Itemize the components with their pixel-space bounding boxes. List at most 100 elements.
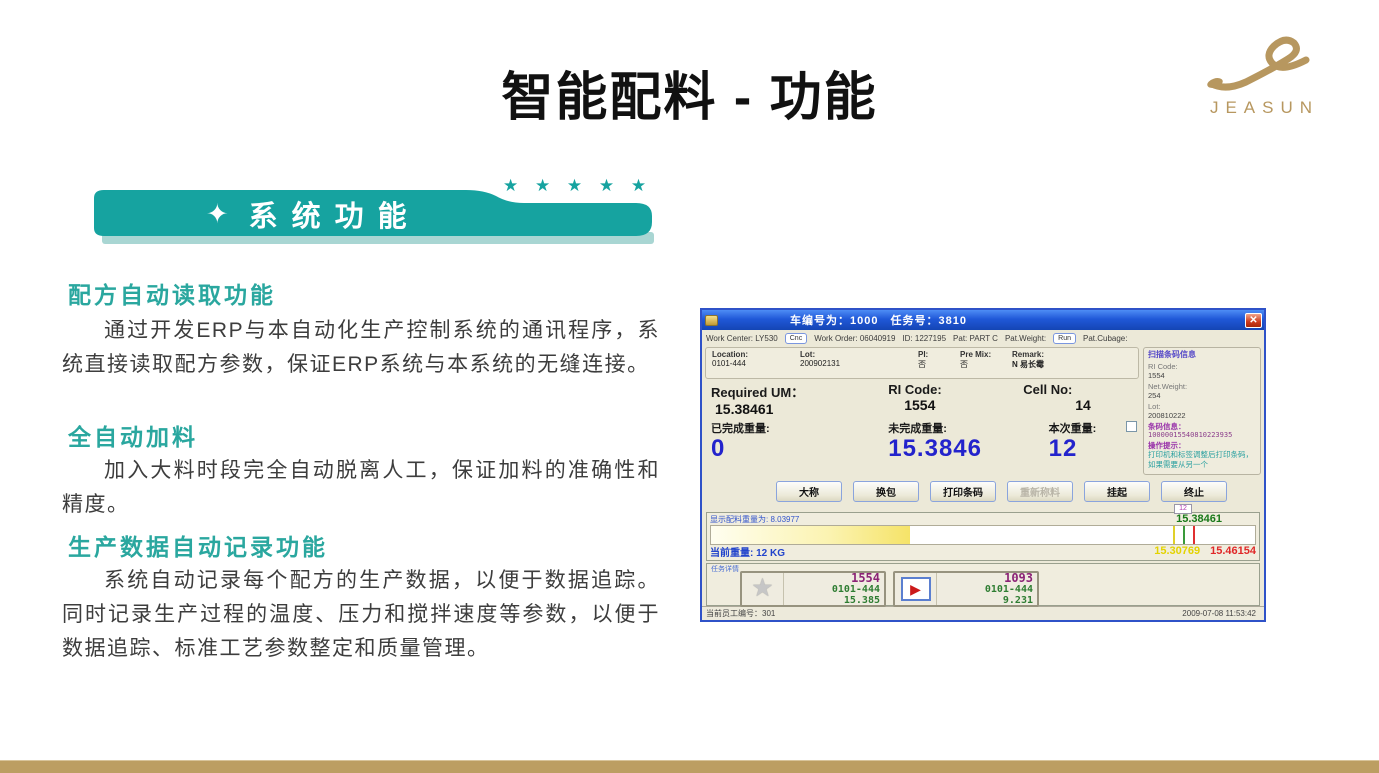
scan-net-weight-label: Net.Weight: — [1148, 382, 1256, 392]
scan-panel: 扫描条码信息 RI Code: 1554 Net.Weight: 254 Lot… — [1143, 347, 1261, 475]
scan-barcode-label: 条码信息： — [1148, 422, 1256, 432]
slide: 智能配料 - 功能 JEASUN ★ ★ ★ ★ ★ ✦ 系统功能 配方自动读取… — [0, 0, 1379, 773]
task-values: 1554 0101-444 15.385 — [784, 573, 884, 605]
field-completed-weight: 已完成重量: 0 — [711, 420, 888, 463]
field-value: N 易长霉 — [1012, 359, 1132, 370]
field-label: 本次重量: — [1049, 420, 1133, 436]
field-value: 否 — [918, 359, 960, 370]
marker-high-red — [1193, 526, 1195, 544]
field-value: 14 — [1023, 397, 1133, 413]
task-location: 0101-444 — [985, 584, 1033, 595]
section-heading-auto-feed: 全自动加料 — [68, 418, 198, 452]
field-value: 否 — [960, 359, 1012, 370]
field-value: 12 — [1049, 436, 1133, 462]
cell-mini-value: 12 — [1174, 504, 1192, 514]
progress-bar-fill — [711, 526, 910, 544]
field-label: Remark: — [1012, 350, 1132, 359]
buttons-row: 大称 换包 打印条码 重新称料 挂起 终止 12 — [702, 476, 1264, 512]
reweigh-button: 重新称料 — [1007, 481, 1073, 502]
section-body-data-record: 系统自动记录每个配方的生产数据，以便于数据追踪。同时记录生产过程的温度、压力和搅… — [62, 564, 660, 666]
scan-lot-value: 200810222 — [1148, 411, 1256, 421]
field-label: Location: — [712, 350, 800, 359]
section-banner: ★ ★ ★ ★ ★ ✦ 系统功能 — [88, 176, 663, 252]
field-value: 0 — [711, 436, 888, 462]
weight-checkbox[interactable] — [1126, 421, 1137, 432]
app-statusbar: 当前员工编号：301 2009-07-08 11:53:42 — [702, 606, 1264, 620]
task-values: 1093 0101-444 9.231 — [937, 573, 1037, 605]
banner-stars: ★ ★ ★ ★ ★ — [503, 176, 652, 196]
high-limit-value: 15.46154 — [1210, 545, 1256, 557]
marker-target-green — [1183, 526, 1185, 544]
tasks-group: 任务详情 ★ 1554 0101-444 15.385 ▶ — [706, 563, 1260, 606]
terminate-button[interactable]: 终止 — [1161, 481, 1227, 502]
task-weight: 15.385 — [844, 595, 880, 606]
field-value: 200902131 — [800, 359, 918, 368]
id-label: ID: 1227195 — [902, 334, 946, 343]
pat-weight-label: Pat.Weight: — [1005, 334, 1046, 343]
section-heading-recipe-read: 配方自动读取功能 — [68, 276, 276, 310]
pat-cubage-label: Pat.Cubage: — [1083, 334, 1127, 343]
close-button[interactable]: ✕ — [1245, 313, 1262, 328]
field-remaining-weight: 未完成重量: 15.3846 — [888, 420, 1048, 463]
task-card[interactable]: ▶ 1093 0101-444 9.231 — [893, 571, 1039, 607]
progress-header: 显示配料重量为: 8.03977 15.38461 — [710, 514, 1256, 525]
field-lot: Lot: 200902131 — [800, 350, 918, 375]
field-pre-mix: Pre Mix: 否 — [960, 350, 1012, 375]
field-value: 15.3846 — [888, 436, 1048, 462]
task-icon-box: ▶ — [895, 573, 937, 605]
pat-label: Pat: PART C — [953, 334, 998, 343]
low-limit-value: 15.30769 — [1154, 545, 1200, 557]
scan-ri-code-label: RI Code: — [1148, 362, 1256, 372]
task-weight: 9.231 — [1003, 595, 1033, 606]
app-main-area: Location: 0101-444 Lot: 200902131 PI: 否 … — [702, 346, 1264, 476]
section-heading-data-record: 生产数据自动记录功能 — [68, 528, 328, 562]
section-body-recipe-read: 通过开发ERP与本自动化生产控制系统的通讯程序，系统直接读取配方参数，保证ERP… — [62, 314, 660, 382]
task-location: 0101-444 — [832, 584, 880, 595]
jeasun-logo: JEASUN — [1202, 34, 1320, 118]
field-value: 0101-444 — [712, 359, 800, 368]
print-barcode-button[interactable]: 打印条码 — [930, 481, 996, 502]
tasks-group-label: 任务详情 — [711, 564, 739, 574]
app-titlebar[interactable]: 车编号为：1000 任务号：3810 ✕ — [702, 310, 1264, 330]
page-title: 智能配料 - 功能 — [0, 55, 1379, 130]
field-ri-code: RI Code: 1554 — [888, 382, 1023, 417]
field-label: Cell No: — [1023, 382, 1133, 397]
task-code: 1554 — [851, 572, 880, 584]
app-title: 车编号为：1000 任务号：3810 — [790, 312, 967, 328]
scan-hint-label: 操作提示： — [1148, 441, 1256, 451]
jeasun-logo-text: JEASUN — [1202, 98, 1320, 118]
info-group: Location: 0101-444 Lot: 200902131 PI: 否 … — [705, 347, 1139, 379]
app-header-row: Work Center: LY530 Cnc Work Order: 06040… — [702, 330, 1264, 346]
scan-lot-label: Lot: — [1148, 402, 1256, 412]
field-remark: Remark: N 易长霉 — [1012, 350, 1132, 375]
field-label: Required UM： — [711, 382, 888, 401]
work-order-label: Work Order: 06040919 — [814, 334, 895, 343]
field-label: PI: — [918, 350, 960, 359]
progress-bar — [710, 525, 1256, 545]
cnc-button[interactable]: Cnc — [785, 333, 807, 344]
scan-net-weight-value: 254 — [1148, 391, 1256, 401]
close-icon: ✕ — [1249, 315, 1257, 326]
progress-caption: 显示配料重量为: 8.03977 — [710, 514, 799, 525]
task-card[interactable]: ★ 1554 0101-444 15.385 — [740, 571, 886, 607]
field-label: 未完成重量: — [888, 420, 1048, 436]
field-label: Lot: — [800, 350, 918, 359]
progress-footer: 当前重量: 12 KG 15.30769 15.46154 — [710, 545, 1256, 558]
marker-low-yellow — [1173, 526, 1175, 544]
banner-title: 系统功能 — [249, 193, 421, 235]
change-bag-button[interactable]: 换包 — [853, 481, 919, 502]
app-icon — [705, 315, 718, 326]
scan-barcode-value: 10000015540810223935 — [1148, 431, 1256, 441]
progress-target-value: 15.38461 — [1176, 513, 1256, 525]
field-label: Pre Mix: — [960, 350, 1012, 359]
task-code: 1093 — [1004, 572, 1033, 584]
play-icon-box: ▶ — [901, 577, 931, 601]
big-scale-button[interactable]: 大称 — [776, 481, 842, 502]
banner-label: ✦ 系统功能 — [206, 192, 421, 236]
scan-ri-code-value: 1554 — [1148, 371, 1256, 381]
suspend-button[interactable]: 挂起 — [1084, 481, 1150, 502]
run-button[interactable]: Run — [1053, 333, 1076, 344]
progress-group: 显示配料重量为: 8.03977 15.38461 当前重量: 12 KG 15… — [706, 512, 1260, 561]
section-body-auto-feed: 加入大料时段完全自动脱离人工，保证加料的准确性和精度。 — [62, 454, 660, 522]
scan-hint-text: 打印机和标签调整后打印条码，如果需要从另一个 — [1148, 450, 1256, 469]
